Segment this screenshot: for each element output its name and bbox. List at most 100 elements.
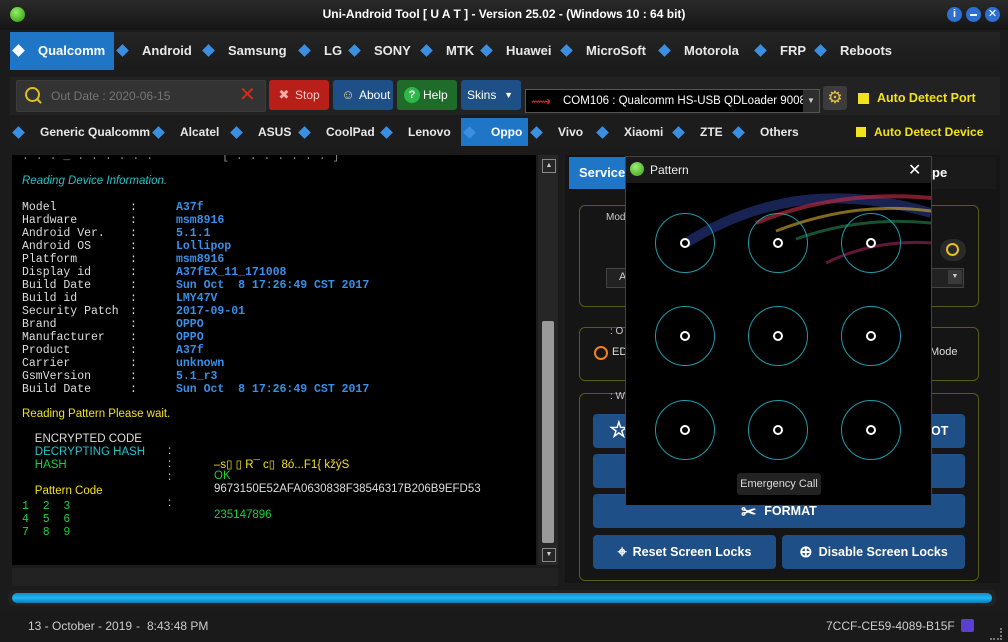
location-icon: ⌖ xyxy=(617,543,627,561)
tab-frp[interactable]: FRP xyxy=(752,32,812,70)
info-value: msm8916 xyxy=(176,214,225,227)
log-scrollbar[interactable]: ▲ ▼ xyxy=(538,155,558,565)
info-value: A37f xyxy=(176,201,204,214)
search-icon xyxy=(946,243,959,256)
pattern-node-5[interactable] xyxy=(748,306,808,366)
pattern-grid-row: 1 2 3 xyxy=(22,500,71,513)
tab-zte[interactable]: ZTE xyxy=(670,118,730,146)
stop-button[interactable]: ✖ Stop xyxy=(269,80,329,110)
search-box: ✕ xyxy=(16,80,266,112)
info-key: Manufacturer xyxy=(22,331,105,344)
tab-generic-qualcomm[interactable]: Generic Qualcomm xyxy=(10,118,150,146)
device-info-row: Security Patch:2017-09-01 xyxy=(22,305,246,318)
log-hscroll[interactable] xyxy=(12,568,558,586)
port-select[interactable]: ⟿ COM106 : Qualcomm HS-USB QDLoader 9008… xyxy=(525,89,820,113)
auto-detect-device-checkbox[interactable] xyxy=(856,127,866,137)
tab-asus[interactable]: ASUS xyxy=(228,118,296,146)
tab-service[interactable]: Service xyxy=(569,157,631,189)
option-radio[interactable] xyxy=(594,346,608,360)
model-search[interactable] xyxy=(940,239,966,261)
pattern-node-8[interactable] xyxy=(748,400,808,460)
diamond-icon xyxy=(152,126,165,139)
tab-coolpad[interactable]: CoolPad xyxy=(296,118,378,146)
skins-dropdown[interactable]: Skins ▼ xyxy=(461,80,521,110)
info-key: Platform xyxy=(22,253,78,266)
info-key: Carrier xyxy=(22,357,71,370)
pattern-dialog-title: Pattern xyxy=(650,163,689,177)
tab-others[interactable]: Others xyxy=(730,118,810,146)
info-key: Display id xyxy=(22,266,92,279)
tab-vivo[interactable]: Vivo xyxy=(528,118,594,146)
resize-grip-icon[interactable] xyxy=(990,628,1002,640)
disable-screen-locks-button[interactable]: ⊕ Disable Screen Locks xyxy=(782,535,965,569)
settings-icon[interactable]: ⚙ xyxy=(823,86,847,110)
tab-lg[interactable]: LG xyxy=(296,32,346,70)
pattern-node-6[interactable] xyxy=(841,306,901,366)
tab-lenovo[interactable]: Lenovo xyxy=(378,118,460,146)
info-value: A37f xyxy=(176,344,204,357)
tray-icon[interactable] xyxy=(961,619,974,632)
device-info-row: Display id: A37fEX_11_171008 xyxy=(22,266,287,279)
info-icon[interactable]: i xyxy=(947,7,962,22)
info-key: Build Date xyxy=(22,383,92,396)
diamond-icon xyxy=(230,126,243,139)
info-key: Model xyxy=(22,201,57,214)
pattern-node-2[interactable] xyxy=(748,213,808,273)
tab-samsung[interactable]: Samsung xyxy=(200,32,296,70)
pattern-node-1[interactable] xyxy=(655,213,715,273)
tab-android[interactable]: Android xyxy=(114,32,200,70)
pattern-node-7[interactable] xyxy=(655,400,715,460)
pattern-grid-row: 7 8 9 xyxy=(22,526,71,539)
info-value: OPPO xyxy=(176,318,204,331)
tab-motorola[interactable]: Motorola xyxy=(656,32,752,70)
help-button[interactable]: ? Help xyxy=(397,80,457,110)
scroll-thumb[interactable] xyxy=(542,321,554,543)
tab-partial[interactable]: pe xyxy=(930,157,996,189)
scroll-up-icon[interactable]: ▲ xyxy=(542,159,556,173)
diamond-icon xyxy=(12,44,25,57)
tab-microsoft[interactable]: MicroSoft xyxy=(558,32,656,70)
window-title: Uni-Android Tool [ U A T ] - Version 25.… xyxy=(322,7,686,21)
pattern-node-4[interactable] xyxy=(655,306,715,366)
pattern-node-9[interactable] xyxy=(841,400,901,460)
device-tab-bar: Generic Qualcomm Alcatel ASUS CoolPad Le… xyxy=(10,118,1000,146)
stop-icon: ✖ xyxy=(278,87,290,102)
device-info-row: Carrier: unknown xyxy=(22,357,225,370)
pattern-grid-row: 4 5 6 xyxy=(22,513,71,526)
tab-qualcomm[interactable]: Qualcomm xyxy=(10,32,114,70)
device-info-row: GsmVersion:5.1_r3 xyxy=(22,370,218,383)
about-button[interactable]: ☺ About xyxy=(333,80,393,110)
diamond-icon xyxy=(380,126,393,139)
diamond-icon xyxy=(814,44,827,57)
diamond-icon xyxy=(596,126,609,139)
diamond-icon xyxy=(463,126,476,139)
auto-detect-port-label: Auto Detect Port xyxy=(877,91,976,105)
close-icon[interactable]: ✕ xyxy=(908,160,921,180)
pattern-node-3[interactable] xyxy=(841,213,901,273)
tab-oppo[interactable]: Oppo xyxy=(461,118,528,146)
minimize-icon[interactable] xyxy=(966,7,981,22)
title-bar: Uni-Android Tool [ U A T ] - Version 25.… xyxy=(0,0,1008,30)
scroll-down-icon[interactable]: ▼ xyxy=(542,548,556,562)
emergency-call-button[interactable]: Emergency Call xyxy=(737,473,821,495)
tab-sony[interactable]: SONY xyxy=(346,32,418,70)
auto-detect-port-checkbox[interactable] xyxy=(858,93,869,104)
tab-reboots[interactable]: Reboots xyxy=(812,32,902,70)
log-reading-pattern: Reading Pattern Please wait. xyxy=(22,408,171,420)
diamond-icon xyxy=(420,44,433,57)
tab-huawei[interactable]: Huawei xyxy=(478,32,558,70)
clear-icon[interactable]: ✕ xyxy=(239,84,256,106)
info-key: Product xyxy=(22,344,71,357)
tab-alcatel[interactable]: Alcatel xyxy=(150,118,228,146)
usb-icon: ⟿ xyxy=(531,93,552,109)
info-value: 5.1_r3 xyxy=(176,370,218,383)
reset-screen-locks-button[interactable]: ⌖ Reset Screen Locks xyxy=(593,535,776,569)
tab-mtk[interactable]: MTK xyxy=(418,32,478,70)
chevron-down-icon: ▼ xyxy=(948,270,962,284)
close-icon[interactable]: ✕ xyxy=(985,7,1000,22)
info-key: Security Patch xyxy=(22,305,119,318)
mode-label: Mode xyxy=(930,346,958,358)
search-input[interactable] xyxy=(49,85,233,107)
info-value: unknown xyxy=(176,357,225,370)
tab-xiaomi[interactable]: Xiaomi xyxy=(594,118,670,146)
